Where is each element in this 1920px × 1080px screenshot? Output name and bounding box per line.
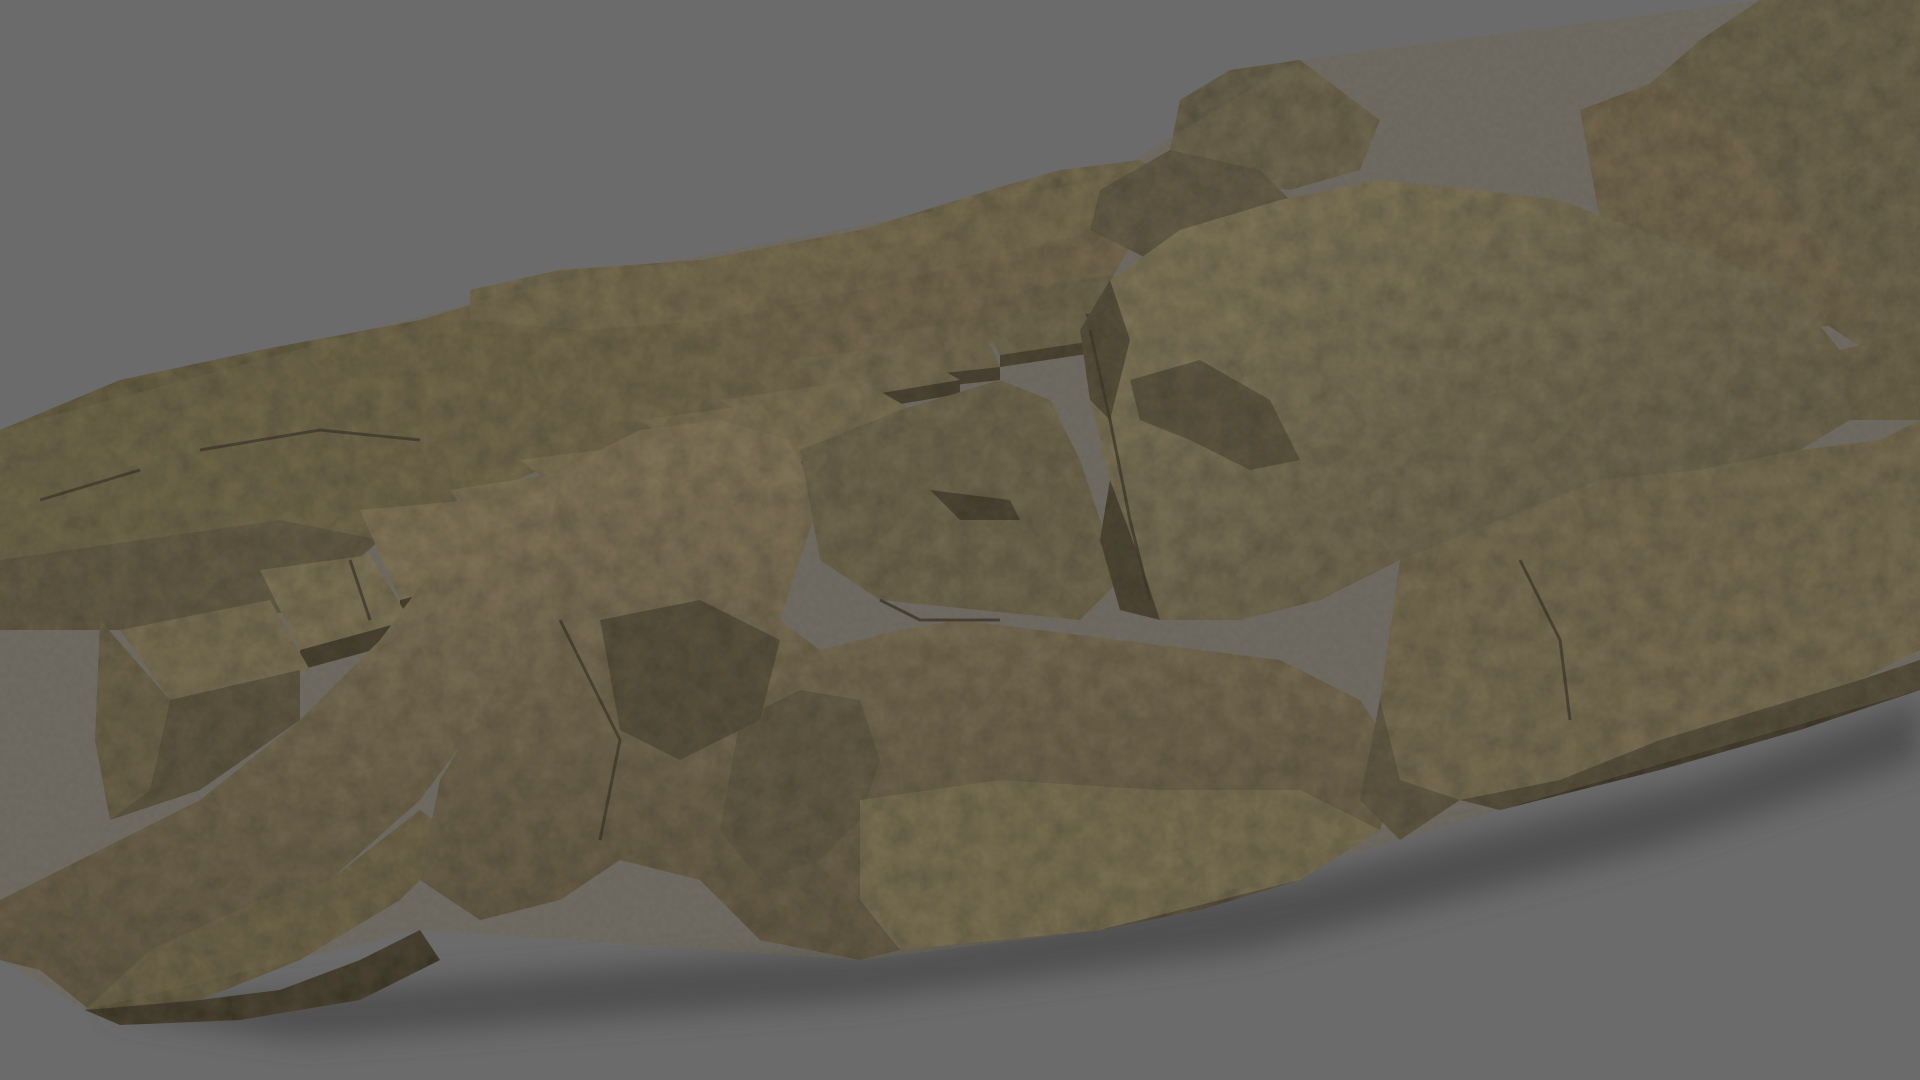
3d-viewport[interactable] [0,0,1920,1080]
rock-scene [0,0,1920,1040]
rock-grain-overlay [0,0,1920,1010]
